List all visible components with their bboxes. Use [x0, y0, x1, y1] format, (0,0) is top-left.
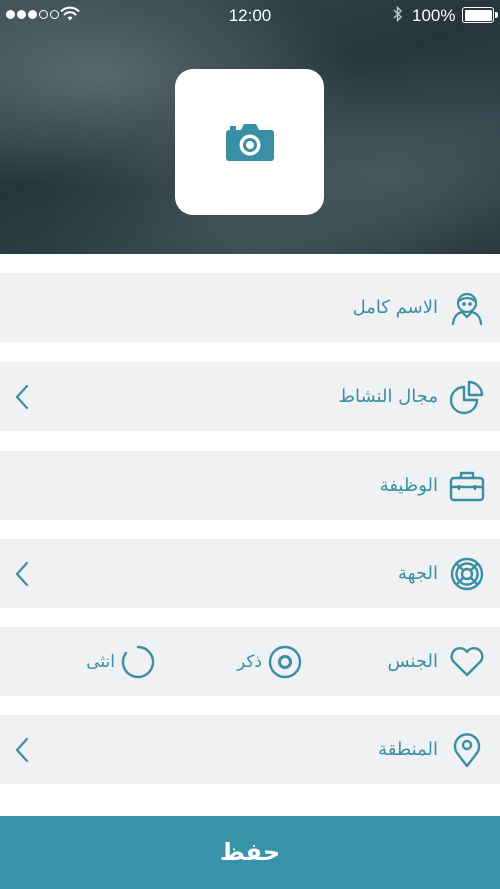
radio-unselected-icon — [121, 645, 155, 678]
bluetooth-icon — [393, 5, 402, 23]
status-bar: 12:00 100% — [0, 0, 500, 30]
gender-option-male[interactable]: ذكر — [237, 627, 302, 696]
gender-option-male-label: ذكر — [236, 651, 262, 672]
full-name-field[interactable]: الاسم كامل — [0, 273, 500, 342]
camera-icon — [225, 124, 274, 161]
job-field[interactable]: الوظيفة — [0, 451, 500, 520]
chevron-left-icon — [15, 384, 29, 409]
heart-icon — [448, 643, 486, 681]
gender-label: الجنس — [387, 651, 438, 672]
region-label: المنطقة — [378, 739, 438, 760]
battery-percentage: 100% — [412, 6, 456, 25]
pie-chart-icon — [448, 378, 486, 416]
activity-field-label: مجال النشاط — [338, 386, 438, 407]
lifebuoy-icon — [448, 555, 486, 593]
job-label: الوظيفة — [379, 475, 438, 496]
save-button[interactable]: حفظ — [0, 816, 500, 889]
battery-icon — [462, 7, 498, 23]
photo-picker-button[interactable] — [175, 69, 324, 215]
gender-option-female-label: انثى — [86, 651, 115, 672]
full-name-label: الاسم كامل — [352, 297, 438, 318]
profile-header: 12:00 100% — [0, 0, 500, 254]
radio-selected-icon — [268, 645, 302, 678]
briefcase-icon — [448, 467, 486, 505]
organization-label: الجهة — [397, 563, 438, 584]
region-selector[interactable]: المنطقة — [0, 715, 500, 784]
organization-selector[interactable]: الجهة — [0, 539, 500, 608]
gender-option-female[interactable]: انثى — [86, 627, 155, 696]
chevron-left-icon — [15, 737, 29, 762]
gender-field: الجنس ذكر انثى — [0, 627, 500, 696]
activity-field-selector[interactable]: مجال النشاط — [0, 362, 500, 431]
user-icon — [448, 289, 486, 327]
location-pin-icon — [448, 731, 486, 769]
chevron-left-icon — [15, 561, 29, 586]
